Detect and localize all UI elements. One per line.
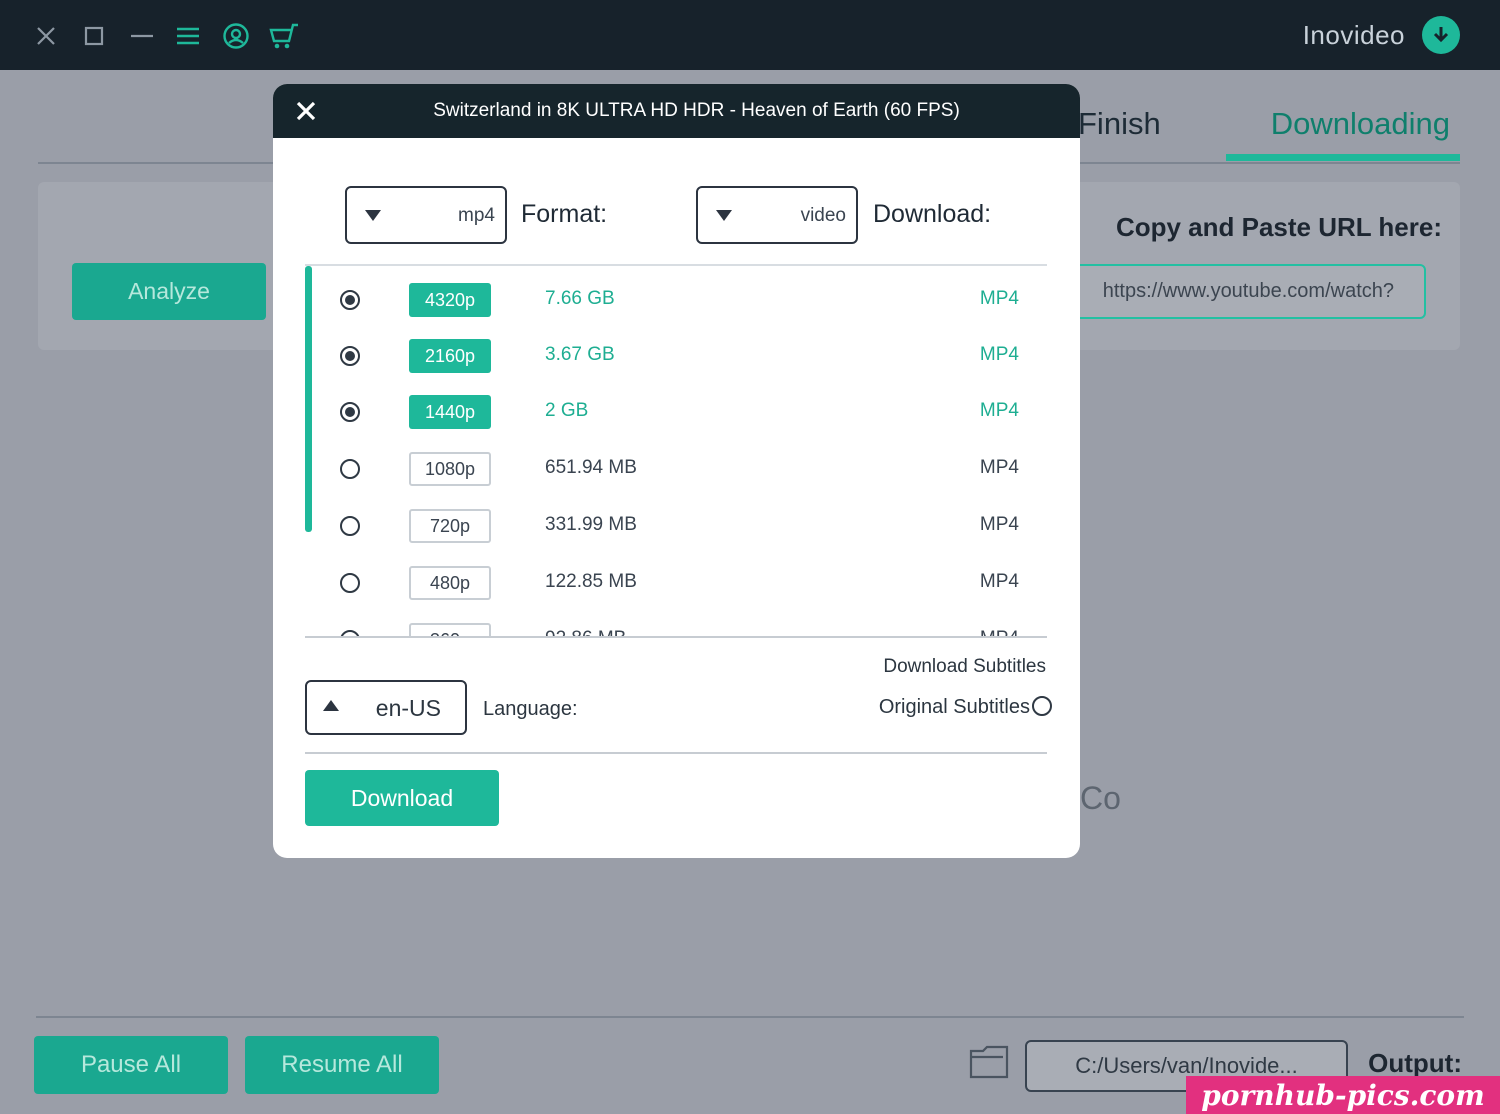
file-size: 2 GB — [545, 400, 589, 421]
output-label: Output: — [1368, 1048, 1462, 1078]
resolution-badge: 1080p — [409, 452, 491, 486]
active-tab-indicator — [1226, 154, 1460, 161]
quality-radio[interactable] — [340, 573, 360, 593]
url-input[interactable]: https://www.youtube.com/watch? — [1074, 264, 1426, 319]
quality-radio[interactable] — [340, 290, 360, 310]
file-size: 3.67 GB — [545, 344, 615, 365]
title-bar: Inovideo — [0, 0, 1500, 70]
close-icon[interactable] — [291, 96, 321, 126]
subtitles-heading: Download Subtitles — [883, 656, 1046, 677]
cart-icon[interactable] — [266, 18, 302, 54]
quality-row[interactable]: 480p 122.85 MB MP4 — [305, 554, 1047, 610]
download-button[interactable]: Download — [305, 770, 499, 826]
file-format: MP4 — [979, 514, 1019, 535]
file-size: 331.99 MB — [545, 514, 637, 535]
quality-list: 4320p 7.66 GB MP4 2160p 3.67 GB MP4 1440… — [305, 266, 1047, 636]
list-bottom-divider — [305, 636, 1047, 638]
file-format: MP4 — [979, 457, 1019, 478]
quality-row[interactable]: 4320p 7.66 GB MP4 — [305, 271, 1047, 327]
format-label: Format: — [521, 200, 608, 228]
close-icon[interactable] — [28, 18, 64, 54]
quality-row[interactable]: 1080p 651.94 MB MP4 — [305, 440, 1047, 496]
tab-finished[interactable]: Finish — [1078, 106, 1161, 142]
original-subtitles-label: Original Subtitles — [878, 696, 1030, 718]
language-value: en-US — [375, 695, 441, 721]
format-select[interactable]: mp4 — [345, 186, 507, 244]
resolution-badge: 2160p — [409, 339, 491, 373]
pause-all-button[interactable]: Pause All — [34, 1036, 228, 1094]
app-logo-icon — [1422, 16, 1460, 54]
quality-radio[interactable] — [340, 402, 360, 422]
resolution-badge: 1440p — [409, 395, 491, 429]
account-icon[interactable] — [218, 18, 254, 54]
quality-row[interactable]: 2160p 3.67 GB MP4 — [305, 327, 1047, 383]
dialog-header: Switzerland in 8K ULTRA HD HDR - Heaven … — [273, 84, 1080, 138]
file-format: MP4 — [979, 344, 1019, 365]
language-select[interactable]: en-US — [305, 680, 467, 735]
dialog-title: Switzerland in 8K ULTRA HD HDR - Heaven … — [433, 100, 960, 121]
chevron-down-icon — [716, 210, 732, 221]
resolution-badge: 480p — [409, 566, 491, 600]
tab-downloading[interactable]: Downloading — [1271, 106, 1450, 142]
quality-radio[interactable] — [340, 459, 360, 479]
minimize-icon[interactable] — [124, 18, 160, 54]
file-format: MP4 — [979, 400, 1019, 421]
background-partial-text: Co — [1080, 780, 1121, 816]
chevron-down-icon — [365, 210, 381, 221]
download-type-label: Download: — [873, 200, 992, 228]
resolution-badge: 720p — [409, 509, 491, 543]
quality-row[interactable]: 1440p 2 GB MP4 — [305, 383, 1047, 439]
app-name: Inovideo — [1302, 20, 1405, 50]
language-label: Language: — [483, 698, 578, 720]
format-value: mp4 — [458, 205, 495, 226]
download-dialog: Switzerland in 8K ULTRA HD HDR - Heaven … — [273, 84, 1080, 858]
menu-icon[interactable] — [170, 18, 206, 54]
download-type-select[interactable]: video — [696, 186, 858, 244]
file-size: 7.66 GB — [545, 288, 615, 309]
folder-icon[interactable] — [968, 1043, 1010, 1086]
resume-all-button[interactable]: Resume All — [245, 1036, 439, 1094]
resolution-badge: 360p — [409, 623, 491, 636]
file-size: 651.94 MB — [545, 457, 637, 478]
file-format: MP4 — [979, 571, 1019, 592]
quality-radio[interactable] — [340, 516, 360, 536]
url-label: Copy and Paste URL here: — [1115, 212, 1442, 242]
quality-radio[interactable] — [340, 346, 360, 366]
file-format: MP4 — [979, 288, 1019, 309]
download-type-value: video — [800, 205, 846, 226]
file-size: 92.86 MB — [545, 628, 626, 636]
resolution-badge: 4320p — [409, 283, 491, 317]
quality-row[interactable]: 360p 92.86 MB MP4 — [305, 611, 1047, 636]
original-subtitles-radio[interactable] — [1032, 696, 1052, 716]
file-size: 122.85 MB — [545, 571, 637, 592]
quality-row[interactable]: 720p 331.99 MB MP4 — [305, 497, 1047, 553]
dialog-footer-divider — [305, 752, 1047, 754]
maximize-icon[interactable] — [76, 18, 112, 54]
watermark: pornhub-pics.com — [1186, 1076, 1500, 1114]
chevron-up-icon — [323, 700, 339, 711]
footer-divider — [36, 1016, 1464, 1018]
analyze-button[interactable]: Analyze — [72, 263, 266, 320]
file-format: MP4 — [980, 628, 1019, 636]
